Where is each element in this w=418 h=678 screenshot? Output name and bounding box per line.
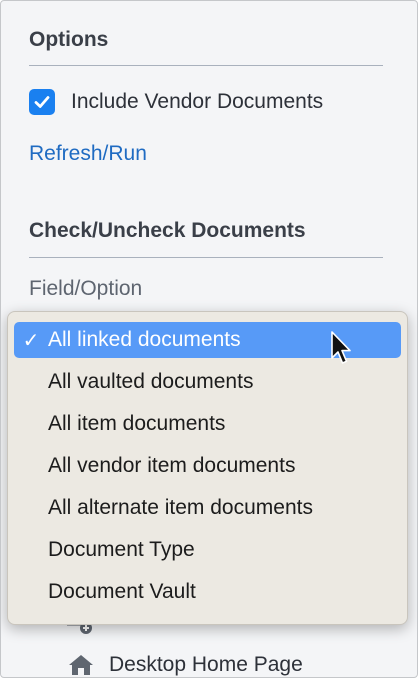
desktop-home-label: Desktop Home Page (109, 653, 303, 676)
dropdown-option-all-alternate-item[interactable]: All alternate item documents (14, 490, 401, 526)
dropdown-option-document-type[interactable]: Document Type (14, 532, 401, 568)
dropdown-option-all-item[interactable]: All item documents (14, 406, 401, 442)
check-uncheck-divider (29, 257, 383, 258)
home-icon (69, 655, 93, 675)
checkmark-icon: ✓ (22, 329, 40, 352)
refresh-run-link[interactable]: Refresh/Run (29, 142, 147, 166)
desktop-home-row[interactable]: Desktop Home Page (67, 653, 303, 677)
options-divider (29, 65, 383, 66)
include-vendor-docs-label: Include Vendor Documents (71, 90, 324, 113)
dropdown-option-all-vaulted[interactable]: All vaulted documents (14, 364, 401, 400)
include-vendor-docs-checkbox[interactable]: Include Vendor Documents (29, 89, 323, 115)
checkbox-checked-icon[interactable] (29, 89, 55, 115)
field-option-label: Field/Option (29, 277, 143, 300)
options-heading: Options (29, 28, 109, 51)
mouse-pointer-icon (331, 331, 351, 364)
dropdown-option-document-vault[interactable]: Document Vault (14, 574, 401, 610)
options-panel: Options Include Vendor Documents Refresh… (0, 0, 418, 678)
dropdown-option-all-vendor-item[interactable]: All vendor item documents (14, 448, 401, 484)
check-uncheck-heading: Check/Uncheck Documents (29, 219, 306, 242)
